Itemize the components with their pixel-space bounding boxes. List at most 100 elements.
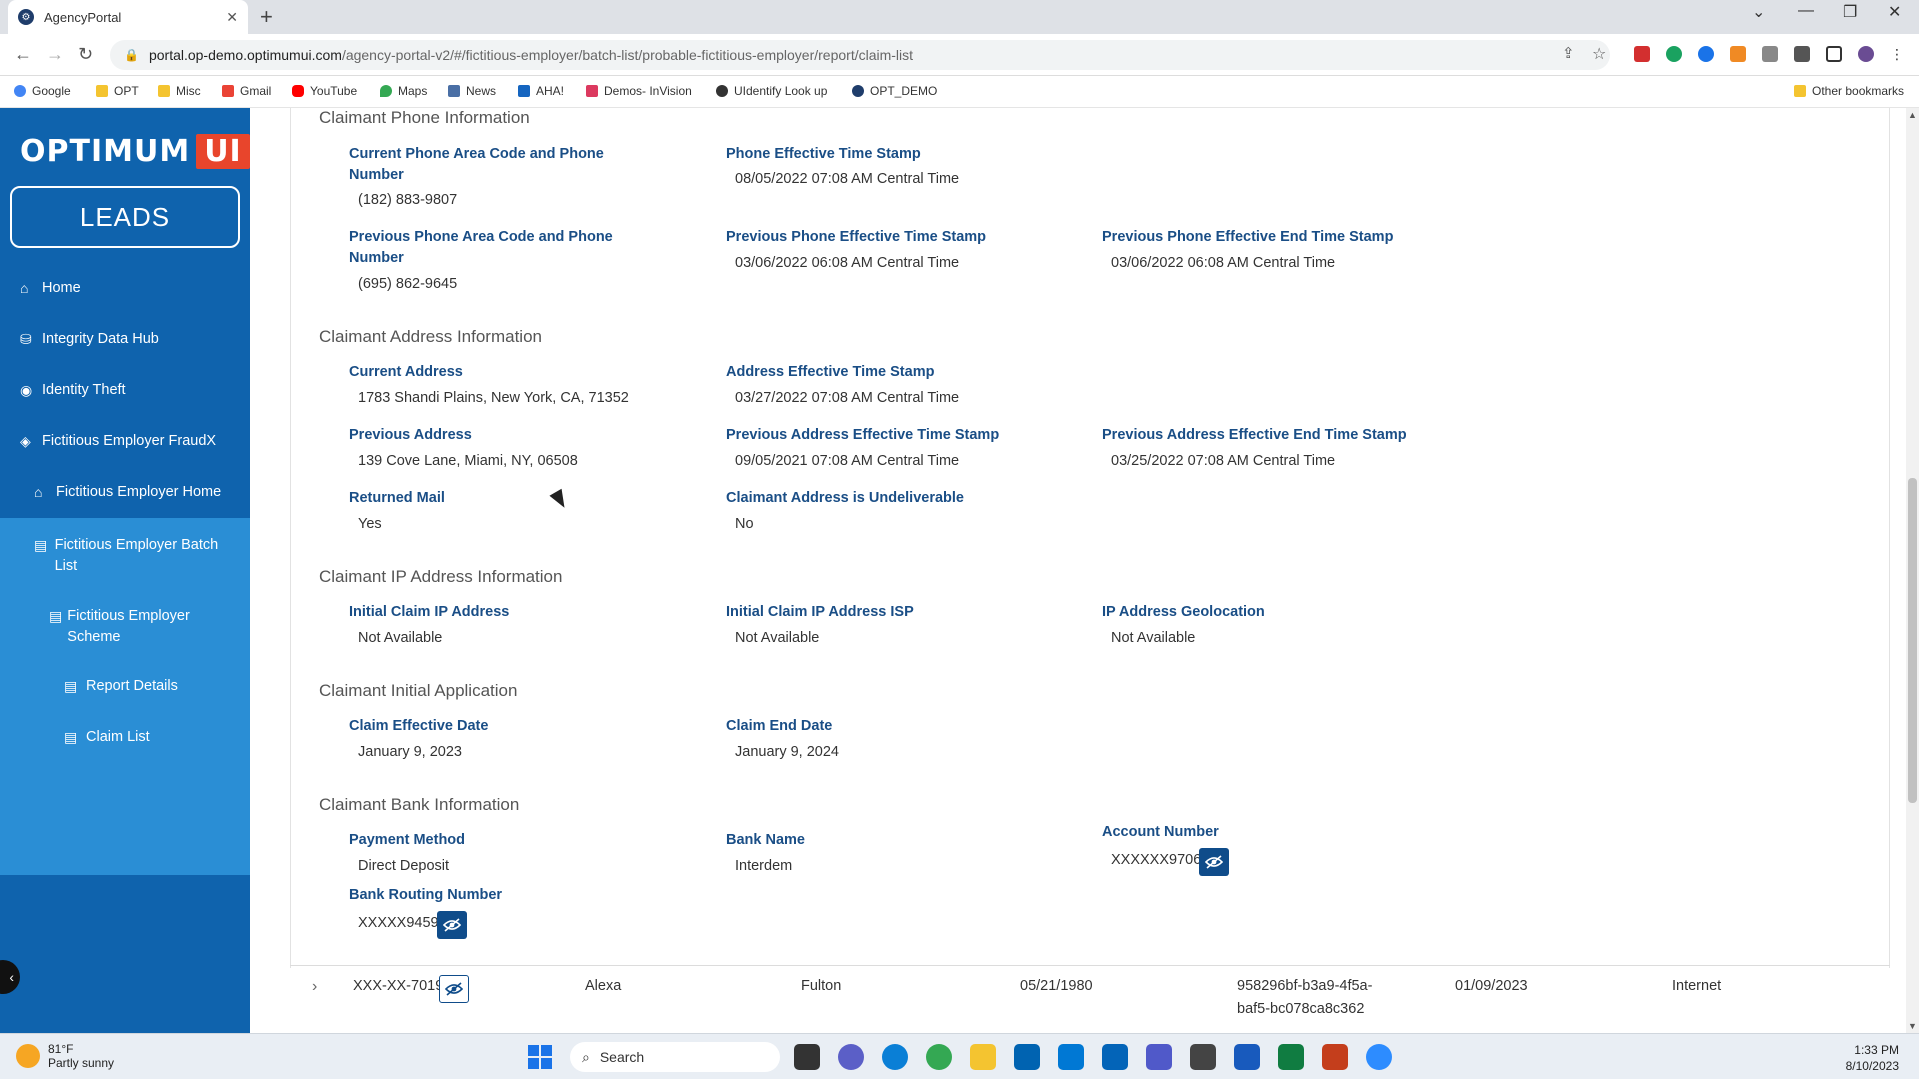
forward-icon[interactable]: → (46, 44, 64, 65)
bookmark-gmail[interactable]: Gmail (222, 84, 271, 98)
payment-method-label: Payment Method (349, 832, 466, 848)
share-icon[interactable]: ⇪ (1562, 44, 1575, 62)
task-view-icon[interactable] (794, 1044, 820, 1070)
extension-a-icon[interactable] (1666, 46, 1682, 62)
minimize-icon[interactable]: — (1798, 2, 1814, 20)
sidebar-item-claim-list[interactable]: ▤ Claim List (0, 729, 250, 746)
bookmark-maps[interactable]: Maps (380, 84, 427, 98)
excel-icon[interactable] (1278, 1044, 1304, 1070)
sidebar-item-fictitious-employer-batch-list[interactable]: ▤ Fictitious Employer Batch List (0, 535, 250, 577)
bookmark-opt-demo[interactable]: OPT_DEMO (852, 84, 937, 98)
table-row[interactable]: › XXX-XX-7019 Alexa Fulton 05/21/1980 95… (290, 966, 1890, 1033)
back-icon[interactable]: ← (14, 44, 32, 65)
sidebar-item-label: Report Details (86, 678, 178, 694)
returned-mail-value: Yes (358, 516, 382, 532)
claim-end-date-label: Claim End Date (726, 718, 833, 734)
expand-row-icon[interactable]: › (312, 978, 317, 996)
scrollbar-thumb[interactable] (1908, 478, 1917, 803)
browser-tab[interactable]: ⚙ AgencyPortal ✕ (8, 0, 248, 34)
optimum-ui-logo[interactable]: OPTIMUM UI (20, 128, 250, 174)
page-scrollbar[interactable]: ▲ ▼ (1906, 108, 1919, 1033)
windows-start-icon[interactable] (528, 1045, 552, 1069)
reveal-account-button[interactable] (1199, 848, 1229, 876)
metamask-extension-icon[interactable] (1730, 46, 1746, 62)
clipboard-icon: ▤ (49, 608, 63, 624)
url-field[interactable]: 🔒 portal.op-demo.optimumui.com/agency-po… (110, 40, 1610, 70)
scroll-down-icon[interactable]: ▼ (1908, 1021, 1917, 1031)
sidebar-item-home[interactable]: ⌂ Home (0, 280, 250, 296)
clipboard-icon: ▤ (64, 729, 78, 745)
account-number-label: Account Number (1102, 824, 1219, 840)
previous-phone-end-value: 03/06/2022 06:08 AM Central Time (1111, 255, 1336, 271)
profile-avatar-icon[interactable] (1858, 46, 1874, 62)
sidebar-item-fictitious-employer-home[interactable]: ⌂ Fictitious Employer Home (0, 484, 250, 500)
restore-icon[interactable]: ❐ (1843, 2, 1857, 22)
pdf-extension-icon[interactable] (1634, 46, 1650, 62)
bookmark-label: Other bookmarks (1812, 84, 1905, 98)
close-window-icon[interactable]: ✕ (1888, 2, 1901, 22)
sidebar-item-fictitious-employer-scheme[interactable]: ▤ Fictitious Employer Scheme (0, 606, 250, 648)
eye-slash-icon (1205, 855, 1223, 869)
sidebar-item-fictitious-employer-fraudx[interactable]: ◈ Fictitious Employer FraudX (0, 433, 250, 450)
extension-gray-icon[interactable] (1762, 46, 1778, 62)
sidebar-item-label: Claim List (86, 729, 150, 745)
eye-icon: ◉ (20, 382, 33, 398)
folder-icon (158, 85, 170, 97)
bookmark-label: OPT (114, 84, 139, 98)
bookmark-opt[interactable]: OPT (96, 84, 139, 98)
close-tab-icon[interactable]: ✕ (226, 9, 238, 26)
weather-widget[interactable]: 81°F Partly sunny (16, 1042, 114, 1070)
leads-button[interactable]: LEADS (10, 186, 240, 248)
outlook-icon[interactable] (1102, 1044, 1128, 1070)
bookmarks-bar: Google OPT Misc Gmail YouTube Maps News … (0, 76, 1919, 108)
bookmark-uidentify[interactable]: UIdentify Look up (716, 84, 827, 98)
scroll-up-icon[interactable]: ▲ (1908, 110, 1917, 120)
bookmark-label: OPT_DEMO (870, 84, 938, 98)
side-panel-icon[interactable] (1826, 46, 1842, 62)
extensions-puzzle-icon[interactable] (1794, 46, 1810, 62)
bookmark-youtube[interactable]: YouTube (292, 84, 357, 98)
initial-ip-label: Initial Claim IP Address (349, 604, 510, 620)
aha-icon (518, 85, 530, 97)
new-tab-icon[interactable]: + (260, 4, 273, 30)
bookmark-news[interactable]: News (448, 84, 496, 98)
sidebar-item-report-details[interactable]: ▤ Report Details (0, 678, 250, 695)
store-icon[interactable] (1014, 1044, 1040, 1070)
extension-circle-icon[interactable] (1698, 46, 1714, 62)
row-dob: 05/21/1980 (1020, 978, 1093, 994)
reveal-ssn-button[interactable] (439, 975, 469, 1003)
chrome-icon[interactable] (926, 1044, 952, 1070)
app-icon[interactable] (1190, 1044, 1216, 1070)
tab-search-icon[interactable]: ⌄ (1752, 2, 1765, 22)
clock-time: 1:33 PM (1854, 1043, 1899, 1057)
bookmark-invision[interactable]: Demos- InVision (586, 84, 692, 98)
powerpoint-icon[interactable] (1322, 1044, 1348, 1070)
phone-effective-label: Phone Effective Time Stamp (726, 146, 921, 162)
bookmark-aha[interactable]: AHA! (518, 84, 564, 98)
chat-icon[interactable] (838, 1044, 864, 1070)
bookmark-star-icon[interactable]: ☆ (1592, 44, 1606, 64)
reload-icon[interactable]: ↻ (78, 44, 93, 65)
word-icon[interactable] (1234, 1044, 1260, 1070)
current-phone-label: Current Phone Area Code and Phone Number (349, 146, 604, 183)
menu-kebab-icon[interactable]: ⋮ (1890, 46, 1906, 62)
tags-icon: ◈ (20, 433, 31, 449)
other-bookmarks[interactable]: Other bookmarks (1794, 84, 1904, 98)
system-clock[interactable]: 1:33 PM 8/10/2023 (1846, 1042, 1899, 1074)
globe-icon (716, 85, 728, 97)
edge-icon[interactable] (882, 1044, 908, 1070)
clipboard-icon: ▤ (64, 678, 78, 694)
zoom-icon[interactable] (1366, 1044, 1392, 1070)
file-explorer-icon[interactable] (970, 1044, 996, 1070)
mail-icon[interactable] (1058, 1044, 1084, 1070)
sidebar-item-identity-theft[interactable]: ◉ Identity Theft (0, 382, 250, 399)
sidebar-item-label: Home (42, 280, 81, 296)
taskbar-search[interactable]: ⌕ Search (570, 1042, 780, 1072)
bookmark-google[interactable]: Google (14, 84, 71, 98)
maps-icon (380, 85, 392, 97)
collapse-sidebar-icon[interactable]: ‹ (0, 960, 20, 994)
bookmark-misc[interactable]: Misc (158, 84, 201, 98)
teams-icon[interactable] (1146, 1044, 1172, 1070)
sidebar-item-integrity-data-hub[interactable]: ⛁ Integrity Data Hub (0, 331, 250, 348)
reveal-routing-button[interactable] (437, 911, 467, 939)
